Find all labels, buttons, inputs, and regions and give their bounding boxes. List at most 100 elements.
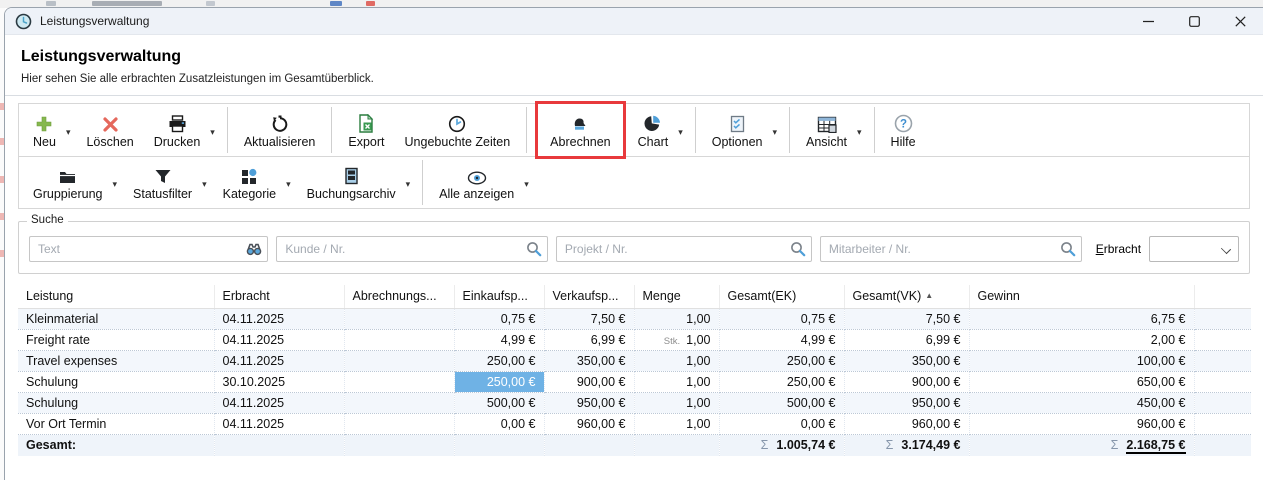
gruppierung-dropdown-caret[interactable]: ▾ bbox=[113, 179, 124, 190]
drucken-dropdown-caret[interactable]: ▾ bbox=[210, 127, 221, 138]
window-title: Leistungsverwaltung bbox=[40, 14, 149, 28]
export-button[interactable]: Export bbox=[338, 104, 394, 156]
projekt-search-input[interactable] bbox=[556, 236, 812, 262]
column-header-gesamt-ek[interactable]: Gesamt(EK) bbox=[719, 285, 844, 309]
total-gesamt-vk: Σ3.174,49 € bbox=[844, 435, 969, 456]
table-row[interactable]: Schulung04.11.2025 500,00 €950,00 € 1,00… bbox=[18, 393, 1251, 414]
column-header-abrechnungsart[interactable]: Abrechnungs... bbox=[344, 285, 454, 309]
toolbar-separator bbox=[422, 160, 423, 205]
pie-chart-icon bbox=[643, 113, 662, 133]
svg-text:?: ? bbox=[900, 118, 907, 130]
toolbar-panel: Neu ▾ Löschen Drucken bbox=[18, 103, 1250, 209]
delete-x-icon bbox=[102, 113, 119, 133]
selected-cell[interactable]: 250,00 € bbox=[454, 372, 544, 393]
neu-button[interactable]: Neu bbox=[23, 109, 66, 152]
column-header-verkaufspreis[interactable]: Verkaufsp... bbox=[544, 285, 634, 309]
mitarbeiter-search-input[interactable] bbox=[820, 236, 1082, 262]
table-row[interactable]: Vor Ort Termin04.11.2025 0,00 €960,00 € … bbox=[18, 414, 1251, 435]
toolbar-separator bbox=[227, 107, 228, 153]
column-header-gesamt-vk[interactable]: Gesamt(VK)▲ bbox=[844, 285, 969, 309]
mitarbeiter-search-field bbox=[820, 236, 1082, 262]
buchungsarchiv-dropdown-caret[interactable]: ▾ bbox=[406, 179, 417, 190]
category-squares-icon bbox=[241, 165, 258, 185]
kunde-search-field bbox=[276, 236, 548, 262]
desktop-background: Leistungsverwaltung Leistungsverwaltung … bbox=[0, 0, 1263, 480]
page-title: Leistungsverwaltung bbox=[21, 48, 1247, 66]
excel-file-icon bbox=[358, 113, 374, 133]
toolbar-separator bbox=[874, 107, 875, 153]
loeschen-button[interactable]: Löschen bbox=[76, 104, 143, 156]
alle-anzeigen-button[interactable]: Alle anzeigen bbox=[429, 161, 524, 204]
search-icon bbox=[790, 241, 806, 257]
kunde-search-input[interactable] bbox=[276, 236, 548, 262]
sigma-icon: Σ bbox=[886, 438, 894, 452]
column-header-menge[interactable]: Menge bbox=[634, 285, 719, 309]
search-icon bbox=[526, 241, 542, 257]
toolbar-separator bbox=[526, 107, 527, 153]
chevron-down-icon bbox=[1221, 244, 1231, 254]
printer-icon bbox=[168, 113, 187, 133]
hilfe-button[interactable]: ? Hilfe bbox=[881, 104, 926, 156]
folder-icon bbox=[58, 165, 77, 185]
abrechnen-highlight-box: Abrechnen bbox=[535, 101, 625, 159]
projekt-search-field bbox=[556, 236, 812, 262]
search-groupbox: Suche bbox=[18, 221, 1250, 274]
table-row[interactable]: Travel expenses04.11.2025 250,00 €350,00… bbox=[18, 351, 1251, 372]
erbracht-label: Erbracht bbox=[1096, 242, 1141, 256]
leistungsverwaltung-window: Leistungsverwaltung Leistungsverwaltung … bbox=[4, 7, 1263, 480]
refresh-icon bbox=[271, 113, 289, 133]
ungebuchte-zeiten-button[interactable]: Ungebuchte Zeiten bbox=[395, 104, 521, 156]
abrechnen-button[interactable]: Abrechnen bbox=[540, 109, 620, 152]
clock-icon bbox=[448, 113, 466, 133]
total-gewinn: Σ2.168,75 € bbox=[969, 435, 1194, 456]
chart-button[interactable]: Chart bbox=[628, 109, 679, 152]
table-header-row[interactable]: Leistung Erbracht Abrechnungs... Einkauf… bbox=[18, 285, 1251, 309]
sigma-icon: Σ bbox=[761, 438, 769, 452]
options-checklist-icon bbox=[729, 113, 746, 133]
close-button[interactable] bbox=[1217, 8, 1263, 34]
ansicht-button[interactable]: Ansicht bbox=[796, 109, 857, 152]
table-row[interactable]: Kleinmaterial04.11.2025 0,75 €7,50 € 1,0… bbox=[18, 309, 1251, 330]
search-legend: Suche bbox=[27, 214, 68, 226]
table-row[interactable]: Schulung30.10.2025 250,00 € 900,00 € 1,0… bbox=[18, 372, 1251, 393]
statusfilter-dropdown-caret[interactable]: ▾ bbox=[202, 179, 213, 190]
kategorie-dropdown-caret[interactable]: ▾ bbox=[286, 179, 297, 190]
results-grid: Leistung Erbracht Abrechnungs... Einkauf… bbox=[18, 285, 1250, 456]
column-header-gewinn[interactable]: Gewinn bbox=[969, 285, 1194, 309]
column-header-leistung[interactable]: Leistung bbox=[18, 285, 214, 309]
help-icon: ? bbox=[894, 113, 913, 133]
maximize-button[interactable] bbox=[1171, 8, 1217, 34]
gruppierung-button[interactable]: Gruppierung bbox=[23, 161, 113, 204]
minimize-button[interactable] bbox=[1125, 8, 1171, 34]
neu-dropdown-caret[interactable]: ▾ bbox=[66, 127, 77, 138]
column-header-einkaufspreis[interactable]: Einkaufsp... bbox=[454, 285, 544, 309]
drucken-button[interactable]: Drucken bbox=[144, 109, 211, 152]
kategorie-button[interactable]: Kategorie bbox=[213, 161, 287, 204]
toolbar-separator bbox=[331, 107, 332, 153]
toolbar-separator bbox=[789, 107, 790, 153]
erbracht-dropdown[interactable] bbox=[1149, 236, 1239, 262]
ansicht-dropdown-caret[interactable]: ▾ bbox=[857, 127, 868, 138]
sort-ascending-icon: ▲ bbox=[925, 291, 933, 300]
invoice-stamp-icon bbox=[571, 113, 589, 133]
text-search-input[interactable] bbox=[29, 236, 268, 262]
page-subtitle: Hier sehen Sie alle erbrachten Zusatzlei… bbox=[21, 73, 1247, 85]
table-row[interactable]: Freight rate04.11.2025 4,99 €6,99 € Stk.… bbox=[18, 330, 1251, 351]
archive-icon bbox=[344, 165, 359, 185]
toolbar-separator bbox=[695, 107, 696, 153]
column-header-erbracht[interactable]: Erbracht bbox=[214, 285, 344, 309]
optionen-dropdown-caret[interactable]: ▾ bbox=[772, 127, 783, 138]
column-header-filler bbox=[1194, 285, 1251, 309]
view-grid-icon bbox=[817, 113, 837, 133]
chart-dropdown-caret[interactable]: ▾ bbox=[678, 127, 689, 138]
unit-label: Stk. bbox=[664, 336, 680, 347]
alle-anzeigen-dropdown-caret[interactable]: ▾ bbox=[524, 179, 535, 190]
optionen-button[interactable]: Optionen bbox=[702, 109, 773, 152]
buchungsarchiv-button[interactable]: Buchungsarchiv bbox=[297, 161, 406, 204]
filter-funnel-icon bbox=[154, 165, 172, 185]
total-row: Gesamt: Σ1.005,74 € Σ3.174,49 € Σ2.168,7… bbox=[18, 435, 1251, 456]
titlebar[interactable]: Leistungsverwaltung bbox=[5, 8, 1263, 35]
toolbar-row-1: Neu ▾ Löschen Drucken bbox=[19, 104, 1249, 156]
statusfilter-button[interactable]: Statusfilter bbox=[123, 161, 202, 204]
aktualisieren-button[interactable]: Aktualisieren bbox=[234, 104, 326, 156]
